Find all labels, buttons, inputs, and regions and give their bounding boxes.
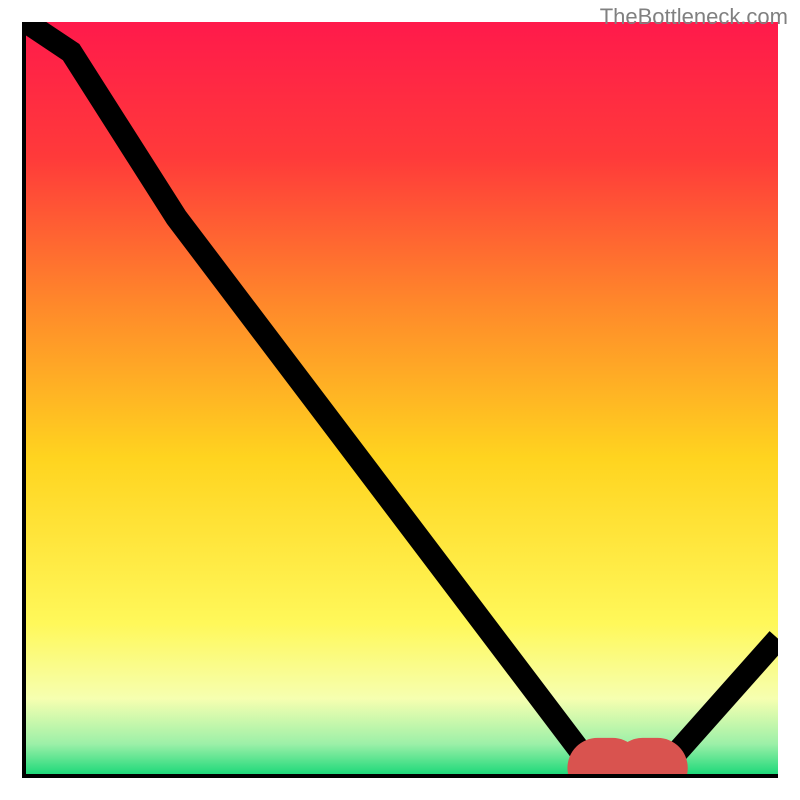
chart-plot-area: [22, 22, 778, 778]
bottleneck-curve-line: [26, 22, 778, 774]
chart-line-layer: [26, 22, 778, 774]
watermark-text: TheBottleneck.com: [600, 4, 788, 30]
